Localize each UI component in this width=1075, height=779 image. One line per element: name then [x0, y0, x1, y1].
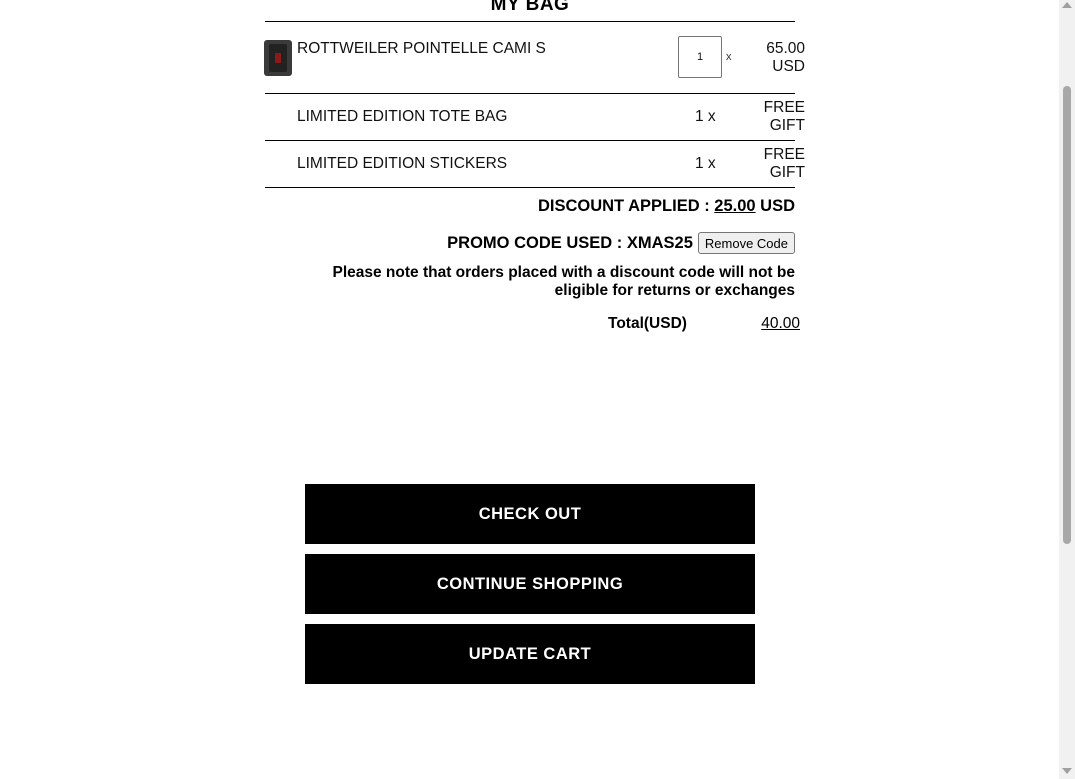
- total-label: Total(USD): [608, 315, 687, 332]
- item-quantity: 1 x: [695, 155, 716, 172]
- promo-code-label: PROMO CODE USED : XMAS25: [447, 233, 693, 252]
- item-price: 65.00 USD: [766, 40, 805, 76]
- scroll-up-icon[interactable]: [1062, 2, 1072, 8]
- item-price: FREE GIFT: [764, 146, 805, 182]
- quantity-multiplier: x: [726, 51, 732, 63]
- item-name[interactable]: LIMITED EDITION TOTE BAG: [297, 108, 507, 126]
- continue-shopping-button[interactable]: CONTINUE SHOPPING: [305, 554, 755, 614]
- free-label: FREE: [763, 99, 805, 116]
- checkout-button[interactable]: CHECK OUT: [305, 484, 755, 544]
- gift-label: GIFT: [769, 117, 805, 134]
- discount-label: DISCOUNT APPLIED :: [537, 197, 715, 215]
- promo-code-line: PROMO CODE USED : XMAS25 Remove Code: [447, 232, 795, 254]
- remove-code-button[interactable]: Remove Code: [697, 232, 795, 254]
- item-price-currency: USD: [772, 58, 805, 75]
- divider: [265, 140, 795, 141]
- product-thumbnail[interactable]: [264, 40, 292, 76]
- gift-label: GIFT: [769, 164, 805, 181]
- discount-note: Please note that orders placed with a di…: [332, 264, 795, 299]
- item-price: FREE GIFT: [764, 99, 805, 135]
- divider: [265, 187, 795, 188]
- item-price-value: 65.00: [766, 40, 805, 57]
- divider: [265, 21, 795, 22]
- total-value: 40.00: [761, 315, 800, 332]
- item-name[interactable]: ROTTWEILER POINTELLE CAMI S: [297, 40, 547, 58]
- page-title: MY BAG: [490, 0, 570, 15]
- quantity-input[interactable]: [678, 36, 722, 78]
- item-quantity: 1 x: [695, 108, 716, 125]
- discount-currency: USD: [755, 197, 795, 215]
- item-name[interactable]: LIMITED EDITION STICKERS: [297, 155, 507, 173]
- update-cart-button[interactable]: UPDATE CART: [305, 624, 755, 684]
- divider: [265, 93, 795, 94]
- discount-amount: 25.00: [714, 197, 756, 215]
- free-label: FREE: [763, 146, 805, 163]
- discount-applied: DISCOUNT APPLIED : 25.00 USD: [538, 197, 795, 216]
- scrollbar-thumb[interactable]: [1063, 86, 1071, 544]
- scroll-down-icon[interactable]: [1062, 768, 1072, 774]
